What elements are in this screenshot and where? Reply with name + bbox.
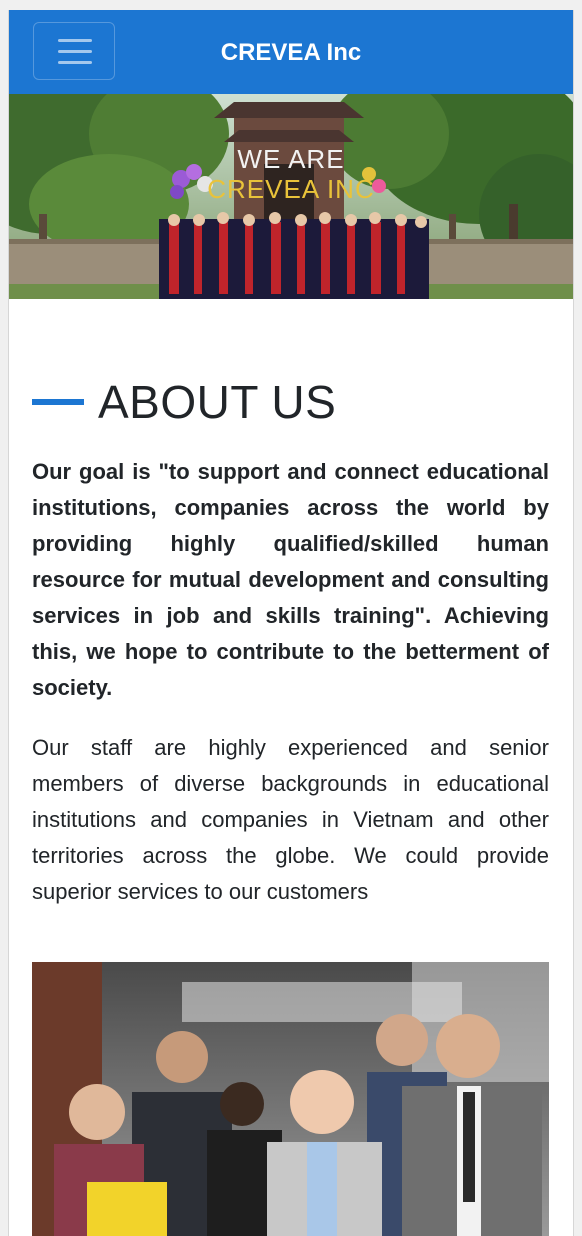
about-lead-paragraph: Our goal is "to support and connect educ… <box>32 459 549 700</box>
about-body-paragraph: Our staff are highly experienced and sen… <box>32 735 549 904</box>
about-heading: ABOUT US <box>32 370 549 434</box>
navbar: CREVEA Inc <box>9 10 573 94</box>
brand-title[interactable]: CREVEA Inc <box>9 38 573 68</box>
hero-image: WE ARE CREVEA INC <box>9 94 573 299</box>
hero-overlay-line2: CREVEA INC <box>207 174 375 204</box>
heading-accent-bar <box>32 399 84 405</box>
hero-overlay-line1: WE ARE <box>237 144 344 174</box>
about-section: ABOUT US Our goal is "to support and con… <box>32 370 549 910</box>
about-title: ABOUT US <box>98 376 337 428</box>
team-photo <box>32 962 549 1236</box>
page-frame: CREVEA Inc WE ARE CREVEA INC ABOUT US Ou… <box>8 10 574 1236</box>
